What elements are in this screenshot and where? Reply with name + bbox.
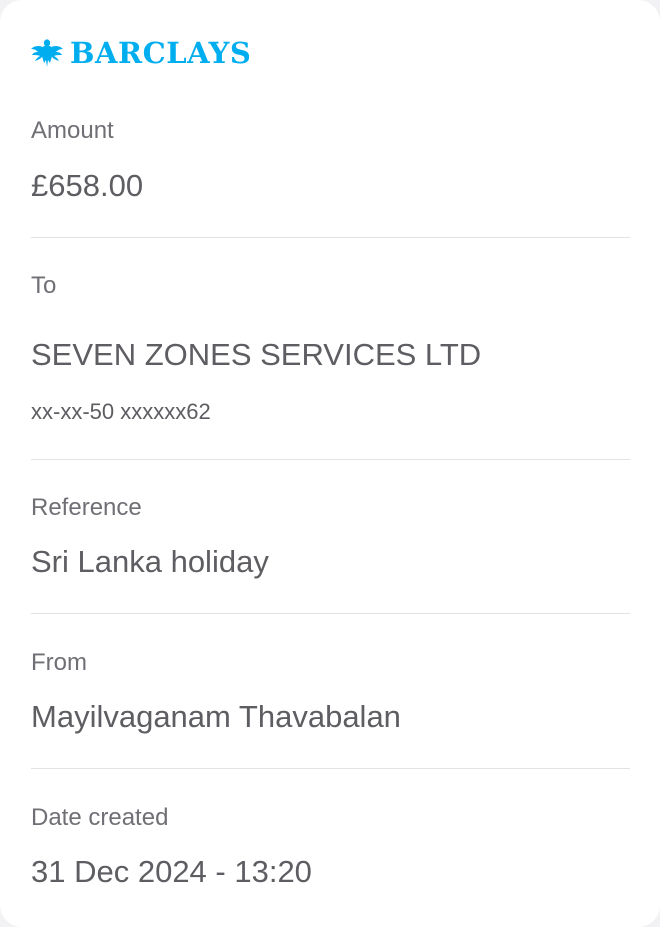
- divider: [31, 237, 630, 238]
- date-created-value: 31 Dec 2024 - 13:20: [31, 854, 312, 889]
- from-label: From: [31, 649, 87, 676]
- from-value: Mayilvaganam Thavabalan: [31, 699, 401, 734]
- brand-name: BARCLAYS: [70, 36, 252, 70]
- payment-details-card: BARCLAYS Amount £658.00 To SEVEN ZONES S…: [0, 0, 660, 927]
- amount-label: Amount: [31, 117, 114, 144]
- reference-label: Reference: [31, 494, 142, 521]
- divider: [31, 613, 630, 614]
- barclays-logo: BARCLAYS: [30, 36, 251, 70]
- payee-account: xx-xx-50 xxxxxx62: [31, 399, 211, 424]
- divider: [31, 768, 630, 769]
- date-created-label: Date created: [31, 804, 169, 831]
- payee-name: SEVEN ZONES SERVICES LTD: [31, 337, 482, 372]
- reference-value: Sri Lanka holiday: [31, 544, 269, 579]
- eagle-icon: [30, 36, 64, 70]
- amount-value: £658.00: [31, 168, 144, 203]
- to-label: To: [31, 272, 57, 299]
- divider: [31, 459, 630, 460]
